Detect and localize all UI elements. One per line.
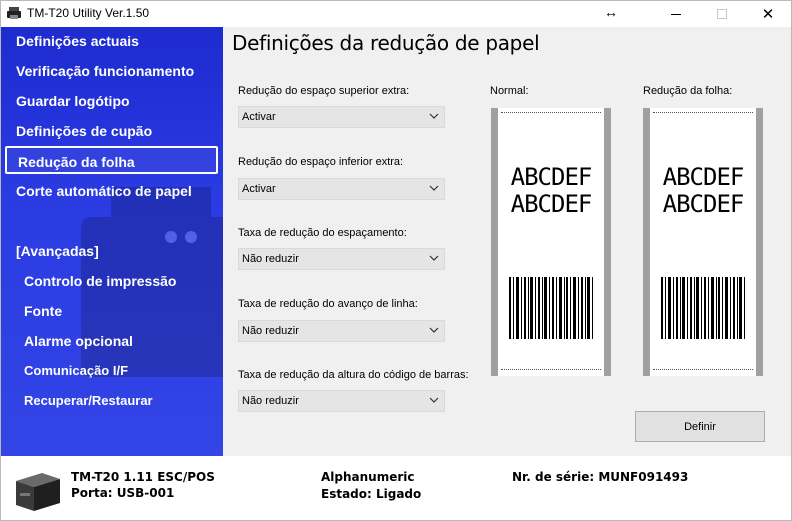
barcode-icon — [661, 277, 745, 339]
select-value: Não reduzir — [242, 325, 299, 337]
resize-arrows-icon[interactable]: ↔ — [604, 4, 618, 20]
sample-text-line: ABCDEF — [662, 163, 745, 191]
maximize-button[interactable] — [699, 1, 745, 27]
page-title: Definições da redução de papel — [232, 31, 540, 55]
serial-number: Nr. de série: MUNF091493 — [512, 470, 689, 484]
printer-port: Porta: USB-001 — [71, 486, 175, 500]
paper-rail — [491, 108, 498, 376]
chevron-down-icon — [429, 327, 439, 333]
sidebar-item-store-logo[interactable]: Guardar logótipo — [16, 93, 130, 109]
sidebar-item-operation-check[interactable]: Verificação funcionamento — [16, 63, 194, 79]
close-button[interactable]: ✕ — [745, 1, 791, 27]
sidebar-item-optional-alarm[interactable]: Alarme opcional — [24, 333, 133, 349]
paper-rail — [604, 108, 611, 376]
printer-icon — [16, 473, 60, 511]
line-feed-reduction-select[interactable]: Não reduzir — [238, 320, 445, 342]
status-bar: TM-T20 1.11 ESC/POS Porta: USB-001 Alpha… — [1, 456, 791, 520]
paper-rail — [643, 108, 650, 376]
title-bar: TM-T20 Utility Ver.1.50 ↔ ✕ — [1, 1, 791, 27]
spacing-reduction-label: Taxa de redução do espaçamento: — [238, 227, 407, 239]
chevron-down-icon — [429, 397, 439, 403]
sidebar-item-communication-if[interactable]: Comunicação I/F — [24, 363, 128, 378]
sidebar-item-auto-cut[interactable]: Corte automático de papel — [16, 183, 192, 199]
minimize-button[interactable] — [653, 1, 699, 27]
printer-model: TM-T20 1.11 ESC/POS — [71, 470, 215, 484]
chevron-down-icon — [429, 185, 439, 191]
app-window: TM-T20 Utility Ver.1.50 ↔ ✕ Definições a… — [0, 0, 792, 521]
main-panel: Definições da redução de papel Redução d… — [223, 27, 791, 456]
select-value: Não reduzir — [242, 395, 299, 407]
reduced-paper-preview: ABCDEF ABCDEF — [643, 108, 763, 376]
minimize-icon — [671, 13, 681, 15]
barcode-icon — [509, 277, 593, 339]
chevron-down-icon — [429, 255, 439, 261]
sidebar-item-current-settings[interactable]: Definições actuais — [16, 33, 139, 49]
sample-text-line: ABCDEF — [510, 163, 593, 191]
define-button[interactable]: Definir — [635, 411, 765, 442]
printer-app-icon — [7, 7, 21, 19]
sidebar: Definições actuais Verificação funcionam… — [1, 27, 223, 456]
window-title: TM-T20 Utility Ver.1.50 — [27, 6, 150, 20]
sample-text-line: ABCDEF — [662, 190, 745, 218]
normal-paper-preview: ABCDEF ABCDEF — [491, 108, 611, 376]
sidebar-item-font[interactable]: Fonte — [24, 303, 62, 319]
maximize-icon — [717, 9, 727, 19]
sidebar-advanced-header: [Avançadas] — [16, 243, 99, 259]
bottom-space-reduction-select[interactable]: Activar — [238, 178, 445, 200]
select-value: Não reduzir — [242, 253, 299, 265]
select-value: Activar — [242, 183, 276, 195]
barcode-height-reduction-select[interactable]: Não reduzir — [238, 390, 445, 412]
sample-text-line: ABCDEF — [510, 190, 593, 218]
bottom-space-reduction-label: Redução do espaço inferior extra: — [238, 156, 404, 168]
chevron-down-icon — [429, 113, 439, 119]
paper-edge — [501, 112, 601, 113]
paper-rail — [756, 108, 763, 376]
paper-edge — [653, 112, 753, 113]
barcode-height-reduction-label: Taxa de redução da altura do código de b… — [238, 369, 469, 381]
font-mode: Alphanumeric — [321, 470, 415, 484]
sidebar-item-coupon-settings[interactable]: Definições de cupão — [16, 123, 152, 139]
line-feed-reduction-label: Taxa de redução do avanço de linha: — [238, 298, 418, 310]
normal-preview-label: Normal: — [490, 85, 529, 97]
select-value: Activar — [242, 111, 276, 123]
reduced-preview-label: Redução da folha: — [643, 85, 733, 97]
sidebar-item-paper-reduction[interactable]: Redução da folha — [18, 154, 135, 170]
close-icon: ✕ — [761, 6, 775, 23]
paper-edge — [653, 369, 753, 370]
sidebar-item-backup-restore[interactable]: Recuperar/Restaurar — [24, 393, 153, 408]
spacing-reduction-select[interactable]: Não reduzir — [238, 248, 445, 270]
printer-state: Estado: Ligado — [321, 487, 422, 501]
top-space-reduction-label: Redução do espaço superior extra: — [238, 85, 410, 97]
paper-edge — [501, 369, 601, 370]
sidebar-item-print-control[interactable]: Controlo de impressão — [24, 273, 176, 289]
top-space-reduction-select[interactable]: Activar — [238, 106, 445, 128]
